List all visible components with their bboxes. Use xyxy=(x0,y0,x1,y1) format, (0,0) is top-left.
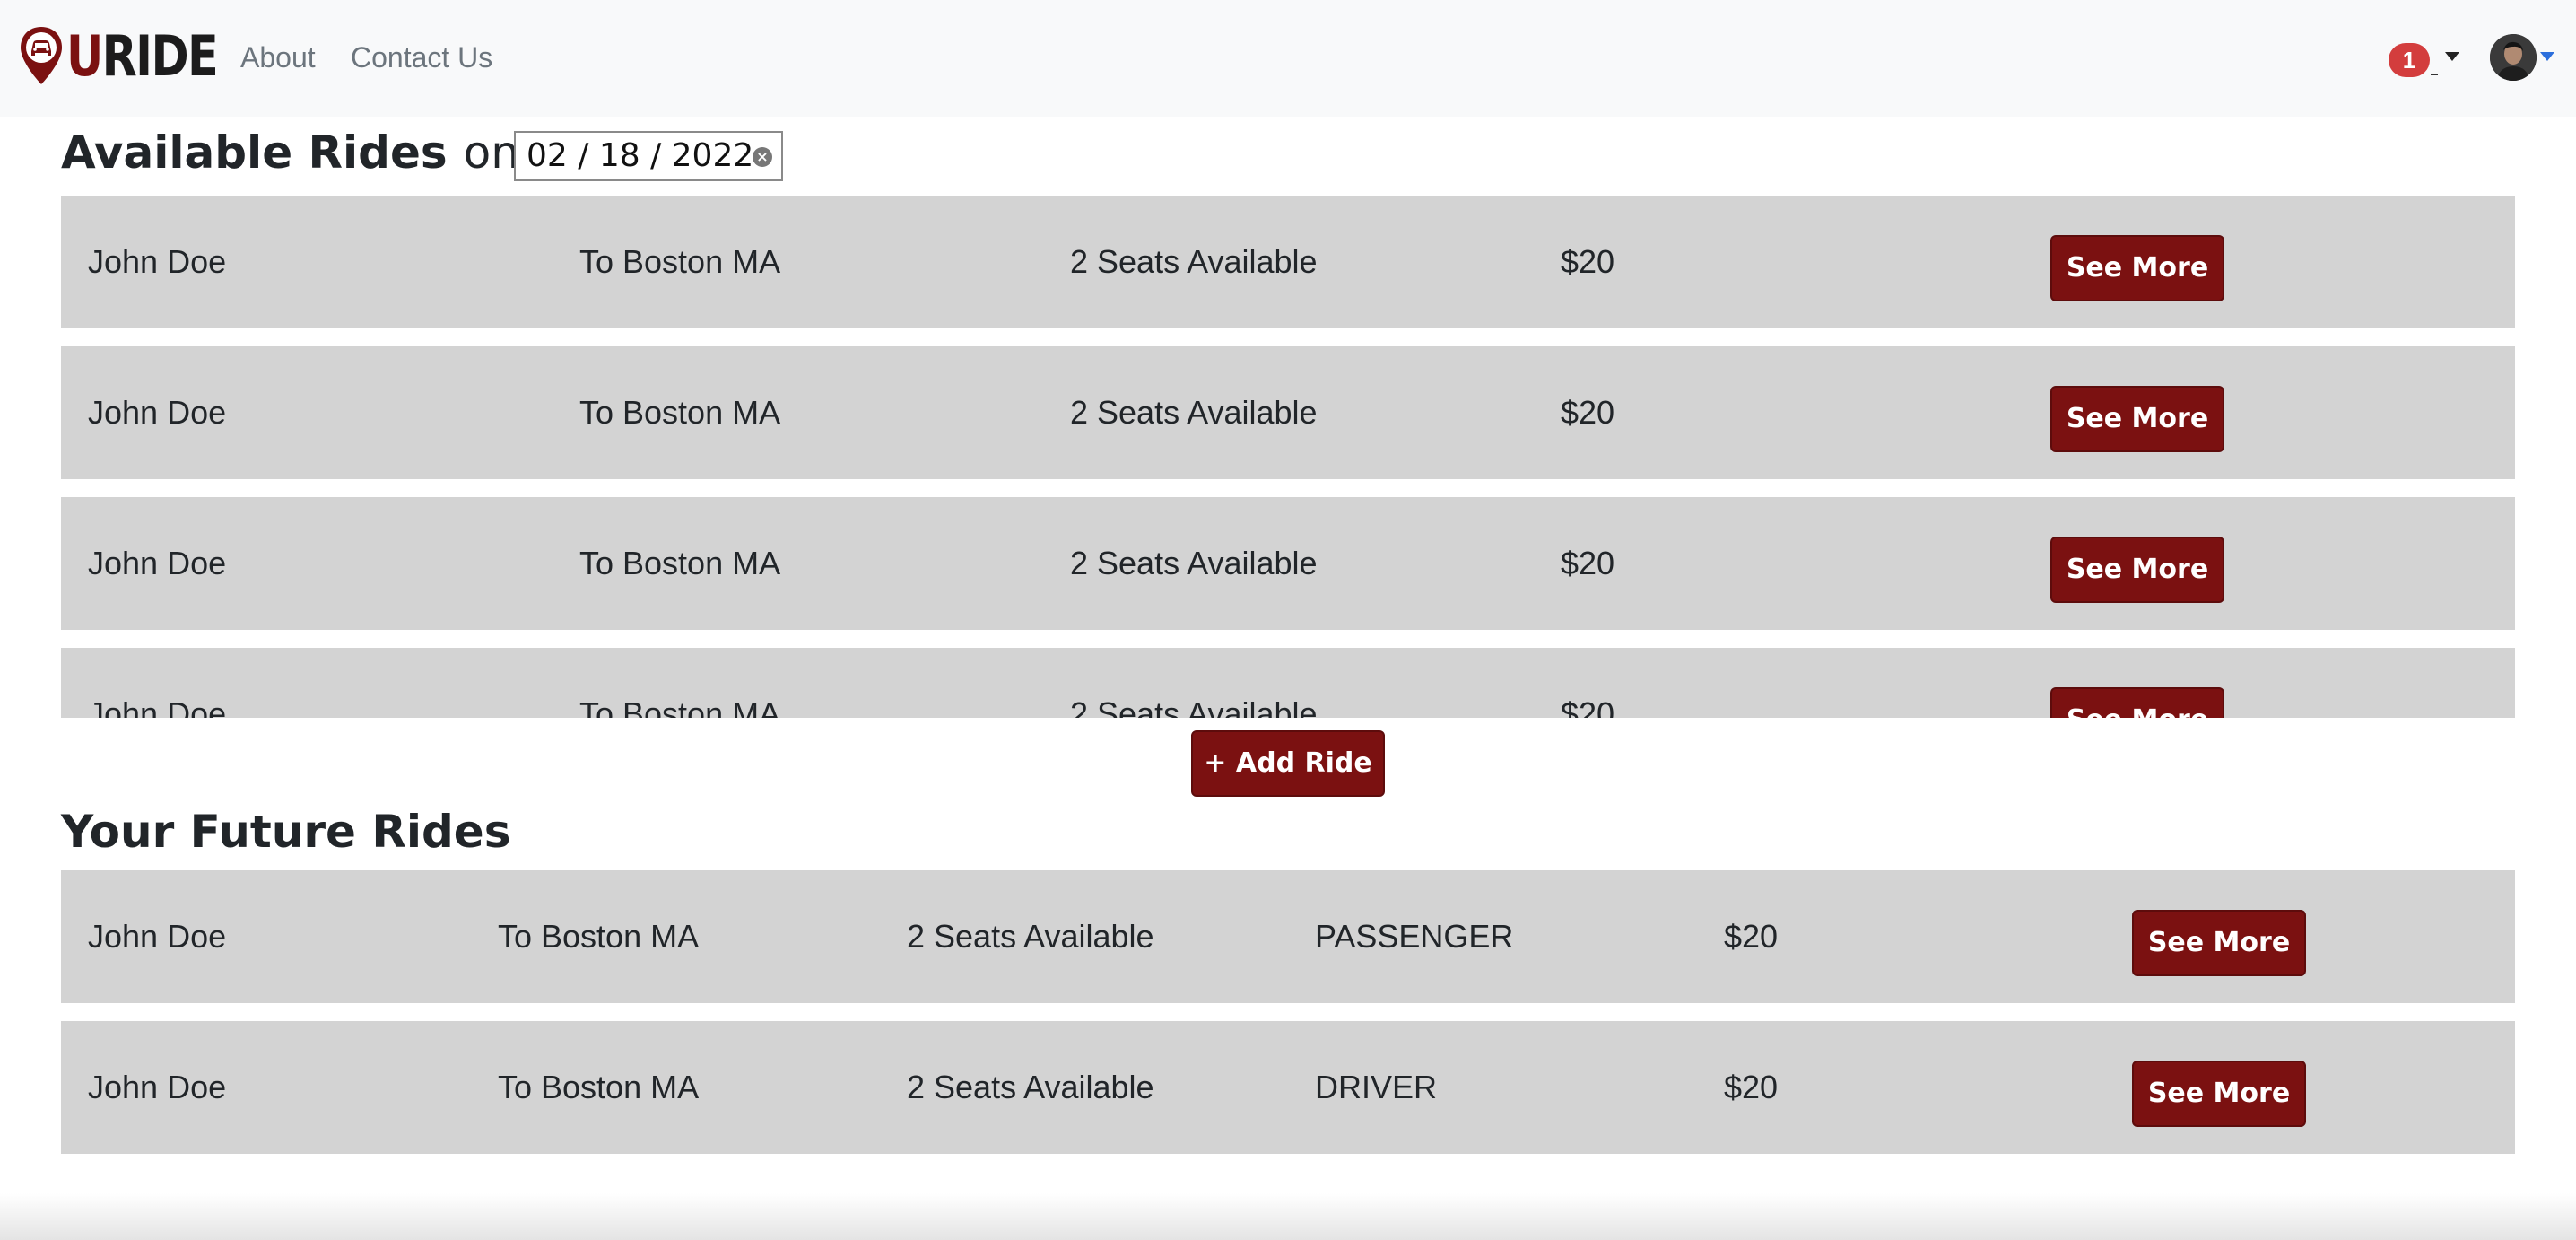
ride-date-input[interactable]: 02 / 18 / 2022 × xyxy=(514,131,783,181)
see-more-button[interactable]: See More xyxy=(2050,687,2224,718)
ride-row: John Doe To Boston MA 2 Seats Available … xyxy=(61,196,2515,328)
future-rides-heading: Your Future Rides xyxy=(61,806,511,858)
destination: To Boston MA xyxy=(579,545,781,581)
see-more-button[interactable]: See More xyxy=(2050,386,2224,452)
user-menu-caret-icon[interactable] xyxy=(2540,52,2554,61)
user-avatar[interactable] xyxy=(2490,34,2537,81)
driver-name: John Doe xyxy=(88,394,227,431)
driver-name: John Doe xyxy=(88,695,227,718)
available-rides-heading: Available Rides on xyxy=(61,127,519,179)
seats-available: 2 Seats Available xyxy=(1070,394,1318,431)
seats-available: 2 Seats Available xyxy=(1070,243,1318,280)
destination: To Boston MA xyxy=(579,695,781,718)
notification-dropdown-caret-icon[interactable] xyxy=(2445,52,2459,61)
seats-available: 2 Seats Available xyxy=(1070,545,1318,581)
driver-name: John Doe xyxy=(88,918,227,955)
page-bottom-shadow xyxy=(0,1193,2576,1240)
driver-name: John Doe xyxy=(88,1069,227,1105)
ride-price: $20 xyxy=(1561,394,1615,431)
nav-link-contact[interactable]: Contact Us xyxy=(351,39,492,75)
ride-price: $20 xyxy=(1561,695,1615,718)
ride-row: John Doe To Boston MA 2 Seats Available … xyxy=(61,346,2515,479)
driver-name: John Doe xyxy=(88,545,227,581)
uride-logo[interactable]: URIDE xyxy=(18,25,250,88)
notification-badge[interactable]: 1 xyxy=(2389,43,2430,77)
ride-price: $20 xyxy=(1724,1069,1779,1105)
see-more-button[interactable]: See More xyxy=(2132,910,2306,976)
see-more-button[interactable]: See More xyxy=(2050,235,2224,301)
ride-row: John Doe To Boston MA 2 Seats Available … xyxy=(61,648,2515,718)
destination: To Boston MA xyxy=(579,243,781,280)
location-pin-car-icon xyxy=(21,27,62,84)
seats-available: 2 Seats Available xyxy=(907,1069,1154,1105)
future-ride-row: John Doe To Boston MA 2 Seats Available … xyxy=(61,870,2515,1003)
seats-available: 2 Seats Available xyxy=(907,918,1154,955)
destination: To Boston MA xyxy=(498,918,700,955)
see-more-button[interactable]: See More xyxy=(2050,537,2224,603)
destination: To Boston MA xyxy=(579,394,781,431)
ride-price: $20 xyxy=(1561,545,1615,581)
ride-role: PASSENGER xyxy=(1315,918,1514,955)
logo-wordmark: URIDE xyxy=(66,23,219,89)
future-ride-row: John Doe To Boston MA 2 Seats Available … xyxy=(61,1021,2515,1154)
clear-date-icon[interactable]: × xyxy=(753,147,772,167)
avatar-portrait-icon xyxy=(2490,34,2537,81)
nav-link-about[interactable]: About xyxy=(240,39,316,75)
destination: To Boston MA xyxy=(498,1069,700,1105)
add-ride-button[interactable]: + Add Ride xyxy=(1191,730,1385,797)
see-more-button[interactable]: See More xyxy=(2132,1061,2306,1127)
driver-name: John Doe xyxy=(88,243,227,280)
ride-role: DRIVER xyxy=(1315,1069,1438,1105)
ride-row: John Doe To Boston MA 2 Seats Available … xyxy=(61,497,2515,630)
date-value: 02 / 18 / 2022 xyxy=(527,137,754,174)
ride-price: $20 xyxy=(1724,918,1779,955)
seats-available: 2 Seats Available xyxy=(1070,695,1318,718)
available-rides-list[interactable]: John Doe To Boston MA 2 Seats Available … xyxy=(61,196,2515,718)
navbar: URIDE About Contact Us 1 xyxy=(0,0,2576,117)
ride-price: $20 xyxy=(1561,243,1615,280)
notification-underline xyxy=(2431,74,2438,75)
